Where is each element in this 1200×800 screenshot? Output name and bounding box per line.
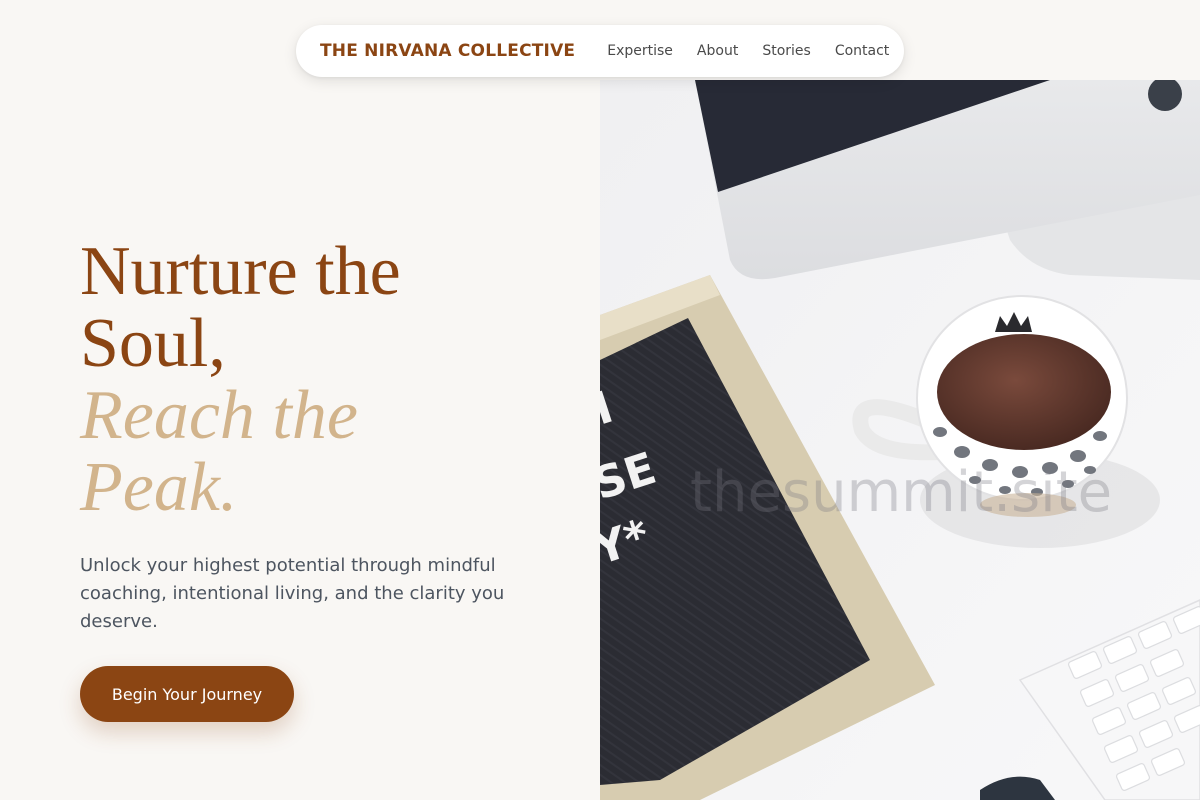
begin-journey-button[interactable]: Begin Your Journey <box>80 666 294 722</box>
nav-link-stories[interactable]: Stories <box>762 43 811 59</box>
headline-line-2: Soul, <box>80 305 226 382</box>
hero-image: I SE Y* <box>600 80 1200 800</box>
nav-link-about[interactable]: About <box>697 43 738 59</box>
desk-photo-illustration: I SE Y* <box>600 80 1200 800</box>
headline-line-1: Nurture the <box>80 233 401 310</box>
navbar: THE NIRVANA COLLECTIVE Expertise About S… <box>296 25 904 77</box>
brand-logo[interactable]: THE NIRVANA COLLECTIVE <box>320 41 575 61</box>
headline-line-3: Reach the <box>80 377 358 454</box>
coffee-liquid <box>937 334 1111 450</box>
headline-line-4: Peak. <box>80 449 238 526</box>
image-watermark: thesummit.site <box>690 460 1113 525</box>
nav-links: Expertise About Stories Contact <box>607 43 889 59</box>
hero-headline: Nurture the Soul, Reach the Peak. <box>80 236 540 524</box>
nav-link-contact[interactable]: Contact <box>835 43 889 59</box>
nav-link-expertise[interactable]: Expertise <box>607 43 673 59</box>
hero-content: Nurture the Soul, Reach the Peak. Unlock… <box>80 236 540 636</box>
hero-subtext: Unlock your highest potential through mi… <box>80 555 505 632</box>
